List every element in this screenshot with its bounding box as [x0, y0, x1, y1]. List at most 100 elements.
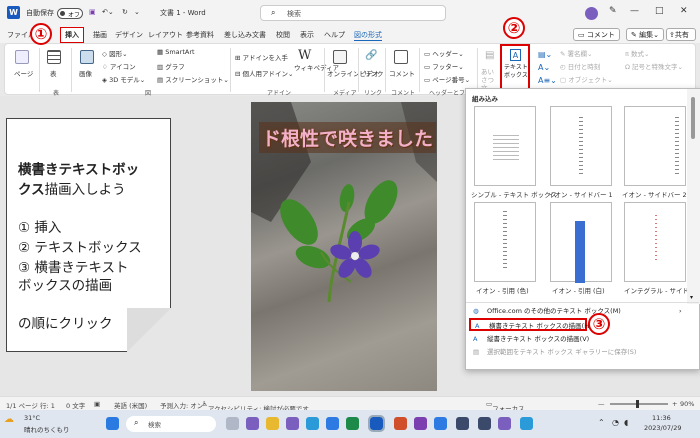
table-button[interactable]: 表	[50, 68, 57, 78]
icons-button[interactable]: ♢ アイコン	[102, 61, 136, 71]
video-icon[interactable]	[333, 50, 347, 64]
app-icon-4[interactable]	[520, 417, 533, 430]
symbol-button[interactable]: Ω 記号と特殊文字⌄	[625, 61, 683, 71]
quickparts-icon[interactable]: ▤⌄	[538, 50, 552, 59]
edit-button[interactable]: ✎ 編集⌄	[626, 28, 664, 41]
gallery-thumb-ion-quote-color[interactable]	[474, 202, 536, 282]
model3d-button[interactable]: ◈ 3D モデル⌄	[102, 74, 145, 84]
personal-addin-button[interactable]: ⊟ 個人用アドイン⌄	[235, 68, 293, 78]
equation-button[interactable]: π 数式⌄	[625, 48, 649, 58]
wordart-icon[interactable]: A⌄	[538, 63, 550, 72]
object-button[interactable]: ▢ オブジェクト⌄	[560, 74, 613, 84]
gallery-thumb-ion-quote-white[interactable]	[550, 202, 612, 283]
tray-chevron-icon[interactable]: ⌃	[598, 418, 605, 427]
close-button[interactable]: ✕	[680, 6, 688, 16]
tab-mailings[interactable]: 差し込み文書	[224, 30, 266, 40]
wikipedia-icon[interactable]: W	[298, 48, 311, 63]
footer-button[interactable]: ▭ フッター⌄	[424, 61, 464, 71]
image-icon[interactable]	[80, 50, 94, 64]
volume-icon[interactable]: ◖	[624, 418, 628, 427]
minimize-button[interactable]: —	[630, 6, 639, 16]
proofing-icon[interactable]: ▣	[94, 400, 100, 408]
datetime-button[interactable]: ◴ 日付と時刻	[560, 61, 600, 71]
weather-desc[interactable]: 晴れのちくもり	[24, 424, 70, 434]
link-icon[interactable]: 🔗	[365, 50, 377, 61]
word-taskbar-icon[interactable]	[368, 415, 385, 432]
shapes-button[interactable]: ◇ 図形⌄	[102, 48, 128, 58]
header-button[interactable]: ▭ ヘッダー⌄	[424, 48, 464, 58]
tab-help[interactable]: ヘルプ	[324, 30, 345, 40]
status-focus[interactable]: ▭ フォーカス	[486, 400, 525, 413]
app-icon-2[interactable]	[478, 417, 491, 430]
gallery-thumb-ion-sidebar-2[interactable]	[624, 106, 686, 186]
draw-vertical-textbox-item[interactable]: A 縦書きテキスト ボックスの描画(V)	[469, 333, 619, 346]
weather-temp[interactable]: 31°C	[24, 414, 40, 422]
image-button[interactable]: 画像	[79, 68, 92, 78]
weather-icon[interactable]: ☁	[4, 414, 14, 425]
taskview-icon[interactable]	[226, 417, 239, 430]
screenshot-button[interactable]: ▤ スクリーンショット⌄	[157, 74, 229, 84]
graph-button[interactable]: ▥ グラフ	[157, 61, 185, 71]
clock-date[interactable]: 2023/07/29	[644, 424, 681, 432]
mail-icon[interactable]	[326, 417, 339, 430]
customize-icon[interactable]: ⌄	[134, 8, 140, 16]
gallery-thumb-integral-sidebar[interactable]	[624, 202, 686, 282]
clock-time[interactable]: 11:36	[652, 414, 671, 422]
taskbar-search[interactable]: ⌕ 検索	[126, 416, 216, 432]
tab-view[interactable]: 表示	[300, 30, 314, 40]
page-number-button[interactable]: ▭ ページ番号⌄	[424, 74, 470, 84]
powerpoint-icon[interactable]	[394, 417, 407, 430]
zoom-out-icon[interactable]: —	[598, 400, 605, 408]
comment-insert-button[interactable]: コメント	[389, 68, 415, 78]
save-icon[interactable]: ▣	[89, 8, 96, 16]
tab-insert[interactable]: 挿入	[60, 27, 84, 43]
share-button[interactable]: ⇪共有	[666, 28, 696, 41]
status-predict[interactable]: 予測入力: オン	[160, 400, 203, 410]
account-avatar[interactable]	[585, 7, 598, 20]
status-accessibility[interactable]: ♿ アクセシビリティ: 検討が必要です	[202, 400, 309, 413]
tab-review[interactable]: 校閲	[276, 30, 290, 40]
zoom-slider[interactable]	[610, 400, 668, 408]
smartart-button[interactable]: ▦ SmartArt	[157, 48, 195, 56]
dropcap-icon[interactable]: A≡⌄	[538, 76, 557, 85]
app-icon-1[interactable]	[456, 417, 469, 430]
signature-button[interactable]: ✎ 署名欄⌄	[560, 48, 592, 58]
teams-icon[interactable]	[286, 417, 299, 430]
redo-icon[interactable]: ↻	[122, 8, 128, 16]
textbox-button[interactable]: A テキストボックス	[500, 44, 530, 90]
page-button[interactable]: ページ	[14, 68, 33, 78]
onenote-icon[interactable]	[414, 417, 427, 430]
status-chars[interactable]: 0 文字	[66, 400, 85, 410]
status-page[interactable]: 1/1 ページ	[6, 400, 38, 410]
comment-icon[interactable]	[394, 50, 408, 64]
table-icon[interactable]	[47, 50, 61, 64]
app-icon-3[interactable]	[498, 417, 511, 430]
outlook-icon[interactable]	[434, 417, 447, 430]
get-addin-button[interactable]: ⊞ アドインを入手	[235, 52, 288, 62]
excel-icon[interactable]	[346, 417, 359, 430]
edge-icon[interactable]	[306, 417, 319, 430]
draw-horizontal-textbox-item[interactable]: A 横書きテキスト ボックスの描画(H)	[469, 318, 592, 331]
status-language[interactable]: 英語 (米国)	[114, 400, 147, 410]
link-button[interactable]: リンク	[364, 68, 384, 78]
tab-picture-format[interactable]: 図の形式	[354, 30, 382, 41]
chat-icon[interactable]	[246, 417, 259, 430]
document-title-text[interactable]: ド根性で咲きました	[259, 122, 437, 153]
maximize-button[interactable]: □	[655, 6, 664, 16]
search-box[interactable]: ⌕ 検索	[260, 5, 446, 21]
zoom-in-icon[interactable]: +	[672, 400, 677, 408]
status-line[interactable]: 行: 1	[40, 400, 55, 410]
gallery-scrollbar[interactable]: ▾	[687, 89, 700, 304]
tab-design[interactable]: デザイン	[115, 30, 143, 40]
tab-references[interactable]: 参考資料	[186, 30, 214, 40]
undo-icon[interactable]: ↶⌄	[102, 8, 114, 16]
gallery-thumb-simple[interactable]	[474, 106, 536, 186]
tab-layout[interactable]: レイアウト	[148, 30, 183, 40]
autosave-toggle[interactable]: オフ	[57, 8, 83, 19]
tab-draw[interactable]: 描画	[93, 30, 107, 40]
start-icon[interactable]	[106, 417, 119, 430]
page-icon[interactable]	[15, 50, 29, 64]
explorer-icon[interactable]	[266, 417, 279, 430]
status-zoom[interactable]: 90%	[680, 400, 694, 408]
comment-button[interactable]: ▭ コメント	[573, 28, 620, 41]
